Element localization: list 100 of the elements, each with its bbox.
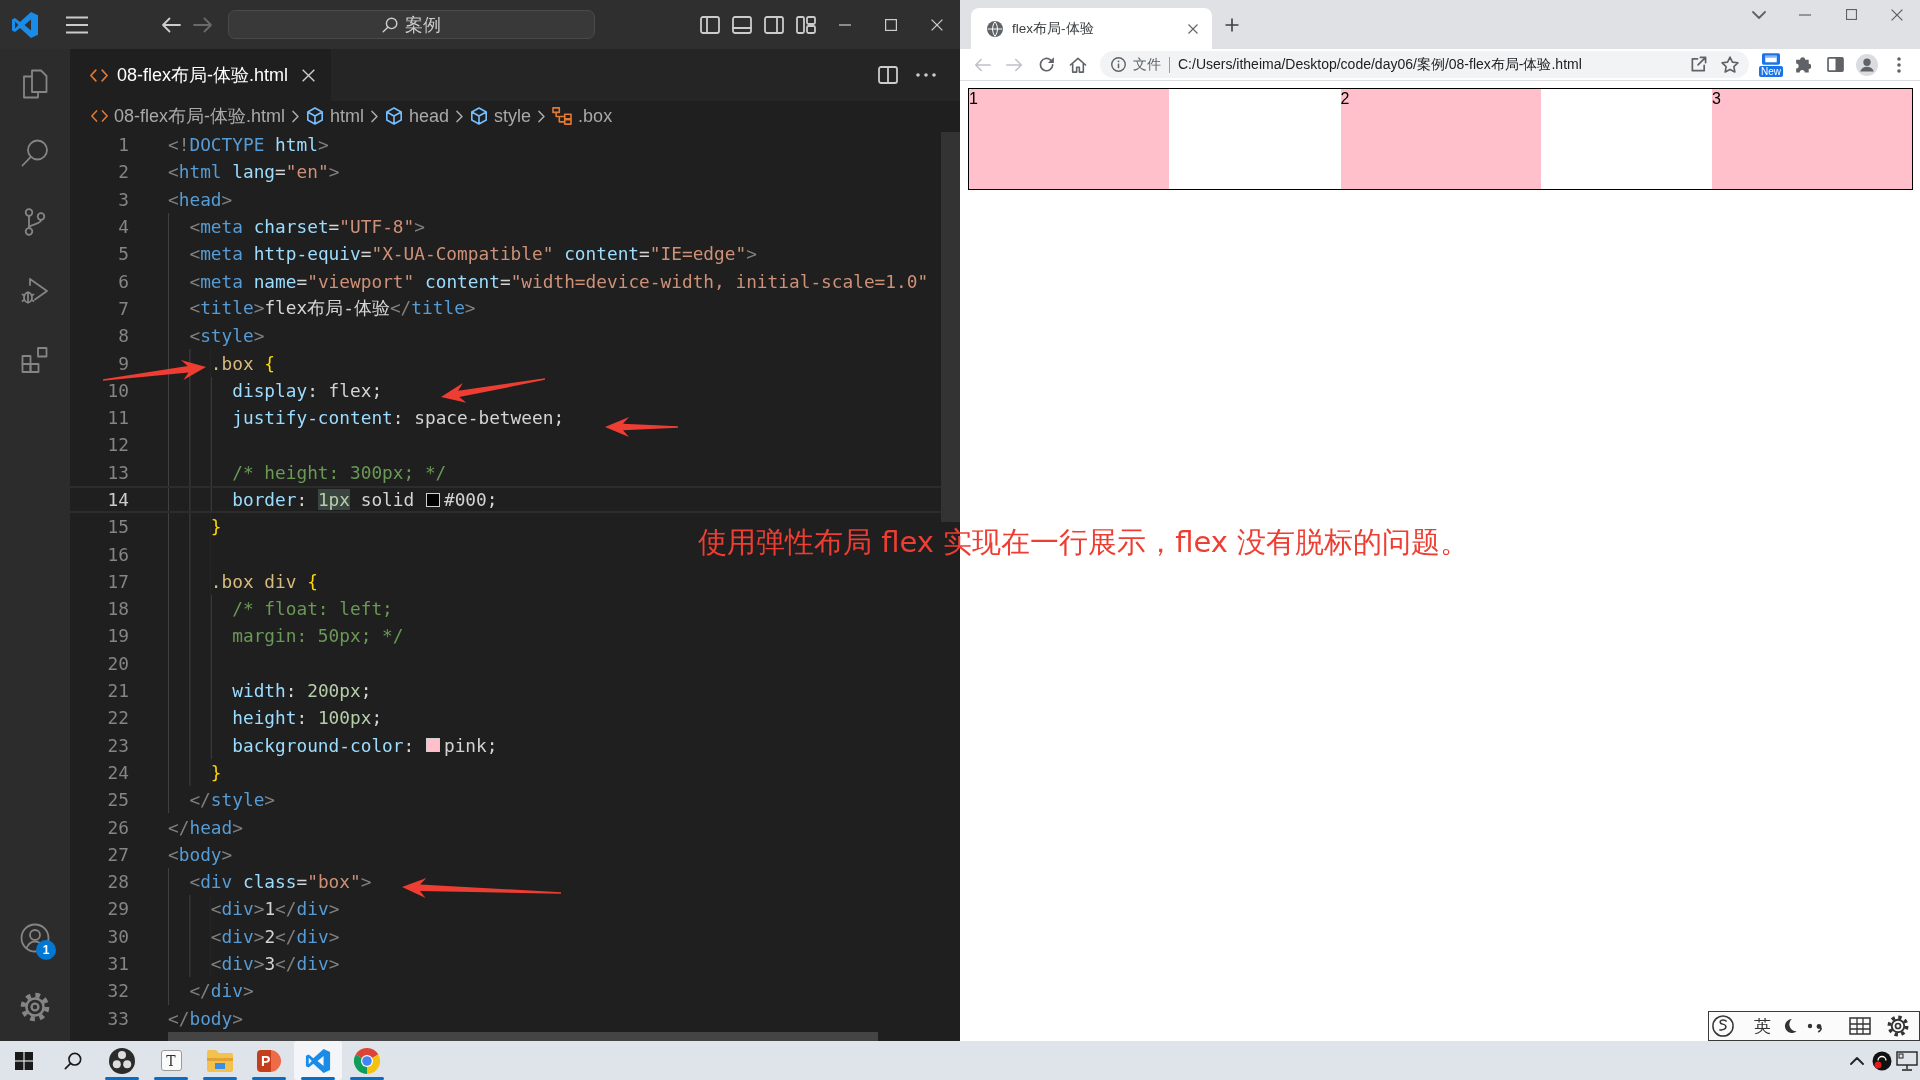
blocks-icon[interactable]	[21, 345, 49, 374]
code-line: margin: 50px; */	[232, 625, 404, 647]
cube-icon	[306, 107, 325, 125]
site-info-chip[interactable]: 文件	[1111, 55, 1161, 74]
star-icon[interactable]	[1721, 56, 1739, 73]
code-line: <style>	[189, 325, 265, 347]
vertical-scrollbar[interactable]	[941, 132, 960, 522]
panel-icon[interactable]	[732, 15, 752, 34]
back-arrow-icon[interactable]	[161, 16, 181, 33]
puzzle-icon[interactable]	[1795, 56, 1811, 73]
chevron-right-icon	[538, 109, 546, 123]
line-number: 32	[106, 980, 129, 1002]
search-icon	[382, 16, 398, 33]
code-line: <body>	[168, 843, 233, 865]
keyboard-icon[interactable]	[1849, 1017, 1871, 1035]
command-center-field[interactable]: 案例	[228, 10, 595, 39]
menu-icon[interactable]	[65, 15, 89, 34]
new-badge: New	[1759, 65, 1783, 77]
close-icon[interactable]	[1188, 23, 1198, 34]
line-number: 22	[106, 707, 129, 729]
plus-icon[interactable]	[1225, 17, 1239, 32]
code-line: height: 100px;	[232, 707, 383, 729]
horizontal-scrollbar[interactable]	[168, 1032, 878, 1041]
disc-app-icon	[109, 1047, 135, 1074]
line-number: 20	[106, 652, 129, 674]
split-view-icon[interactable]	[878, 66, 898, 84]
sidebar-left-icon[interactable]	[700, 15, 720, 34]
taskbar-button[interactable]	[294, 1041, 342, 1080]
flex-item: 3	[1712, 89, 1912, 189]
line-number: 11	[106, 407, 129, 429]
line-number: 12	[106, 434, 129, 456]
line-number: 7	[117, 297, 129, 319]
home-icon[interactable]	[1069, 56, 1087, 73]
browser-logo-icon	[354, 1047, 380, 1074]
line-number: 1	[117, 134, 129, 156]
chevron-right-icon	[456, 109, 464, 123]
code-text: border: 1px solid	[232, 489, 416, 510]
account-icon[interactable]	[20, 922, 50, 953]
maximize-icon[interactable]	[1845, 9, 1857, 20]
code-brackets-icon	[90, 68, 108, 82]
window-icon[interactable]	[1762, 52, 1780, 65]
code-line: display: flex;	[232, 379, 383, 401]
breadcrumb-item[interactable]: style	[470, 105, 532, 127]
more-icon[interactable]	[1897, 56, 1901, 73]
side-panel-icon[interactable]	[1826, 57, 1844, 72]
input-mode-toggle[interactable]: 英	[1754, 1014, 1771, 1038]
code-line: }	[210, 761, 222, 783]
taskbar-button[interactable]: P	[245, 1041, 293, 1080]
code-line: <html lang="en">	[168, 161, 340, 183]
branch-icon[interactable]	[24, 207, 46, 236]
circle-logo-icon[interactable]	[1712, 1015, 1734, 1037]
breadcrumb-item[interactable]: html	[306, 105, 365, 127]
windows-logo-icon	[15, 1051, 33, 1070]
info-icon	[1111, 57, 1126, 72]
editor-tab[interactable]: 08-flex布局-体验.html	[70, 49, 332, 101]
cube-icon	[385, 107, 404, 125]
close-icon[interactable]	[1891, 8, 1903, 21]
line-number: 19	[106, 625, 129, 647]
line-number: 26	[106, 816, 129, 838]
taskbar-button[interactable]: T	[147, 1041, 195, 1080]
chevron-down-icon[interactable]	[1752, 10, 1766, 19]
search-icon[interactable]	[21, 138, 49, 167]
line-number: 23	[106, 734, 129, 756]
sidebar-right-icon[interactable]	[764, 15, 784, 34]
code-text: #000;	[443, 489, 498, 510]
settings-icon[interactable]	[1887, 1015, 1909, 1037]
browser-tab[interactable]: flex布局-体验	[971, 8, 1212, 49]
address-bar[interactable]: 文件 C:/Users/itheima/Desktop/code/day06/案例/08-flex布局-体验.html	[1100, 51, 1749, 78]
code-line: <meta http-equiv="X-UA-Compatible" content="IE=edge">	[189, 243, 757, 265]
play-bug-icon[interactable]	[21, 276, 49, 305]
code-brackets-icon	[91, 110, 108, 122]
files-icon[interactable]	[22, 68, 48, 99]
round-app-icon[interactable]	[1871, 1050, 1892, 1071]
line-number: 10	[106, 379, 129, 401]
line-number: 17	[106, 570, 129, 592]
more-icon[interactable]	[916, 73, 936, 77]
chevron-up-icon[interactable]	[1849, 1056, 1864, 1065]
line-number: 14	[106, 489, 129, 510]
code-logo-icon[interactable]	[11, 10, 39, 39]
code-line: </body>	[168, 1007, 243, 1029]
line-number: 27	[106, 843, 129, 865]
line-number: 4	[117, 216, 129, 238]
flex-item: 1	[969, 89, 1169, 189]
monitor-icon[interactable]	[1895, 1050, 1918, 1071]
line-number: 28	[106, 871, 129, 893]
reload-icon[interactable]	[1037, 56, 1055, 73]
code-line: </style>	[189, 789, 276, 811]
breadcrumb-item[interactable]: .box	[552, 105, 613, 127]
notification-badge: 1	[36, 940, 56, 960]
person-icon[interactable]	[1856, 53, 1878, 76]
code-logo-icon	[305, 1047, 331, 1074]
line-number: 25	[106, 789, 129, 811]
code-line: width: 200px;	[232, 680, 372, 702]
layout-icon[interactable]	[796, 15, 816, 34]
share-icon[interactable]	[1690, 56, 1707, 73]
line-number: 31	[106, 953, 129, 975]
cube-icon	[470, 107, 489, 125]
breadcrumb-item[interactable]: 08-flex布局-体验.html	[91, 104, 286, 128]
breadcrumb-item[interactable]: head	[385, 105, 450, 127]
moon-icon[interactable]	[1783, 1018, 1797, 1034]
